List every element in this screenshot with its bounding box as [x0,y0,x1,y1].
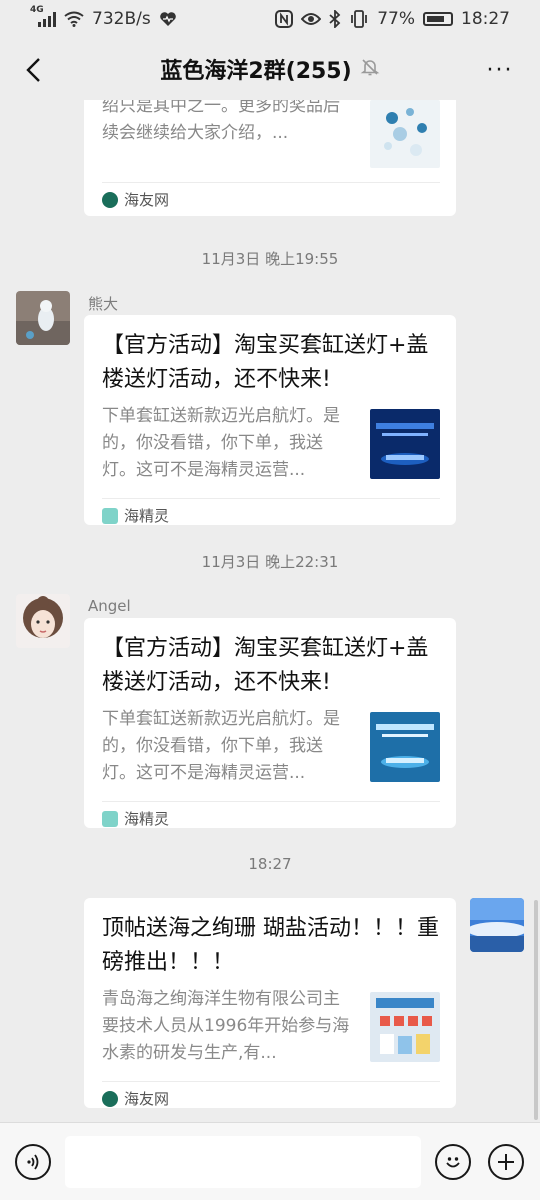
message-list[interactable]: 本次开缸大赛奖品众多，此贴介绍只是其中之一。更多的奖品后续会继续给大家介绍，..… [0,100,540,1122]
haiyouwang-logo-icon [102,1090,118,1107]
link-card[interactable]: 顶帖送海之绚珊 瑚盐活动！！！重磅推出！！！ 青岛海之绚海洋生物有限公司主要技术… [84,898,456,1108]
link-card-thumbnail [370,100,440,168]
nfc-icon [275,10,294,28]
chat-header: 蓝色海洋2群(255) ··· [0,38,540,100]
emoji-button[interactable] [435,1143,471,1180]
link-card-source-label: 海精灵 [124,810,170,828]
message-input[interactable] [65,1135,421,1188]
link-card-source-label: 海友网 [124,1090,170,1108]
link-card-description: 青岛海之绚海洋生物有限公司主要技术人员从1996年开始参与海水素的研发与生产,有… [102,989,350,1063]
link-card-description: 下单套缸送新款迈光启航灯。是的，你没看错，你下单，我送灯。这可不是海精灵运营..… [102,709,340,783]
back-button[interactable] [14,50,54,90]
scrollbar[interactable] [534,900,538,1120]
wifi-icon [64,11,84,27]
link-card[interactable]: 【官方活动】淘宝买套缸送灯+盖楼送灯活动，还不快来! 下单套缸送新款迈光启航灯。… [84,618,456,828]
input-bar [0,1122,540,1200]
link-card[interactable]: 【官方活动】淘宝买套缸送灯+盖楼送灯活动，还不快来! 下单套缸送新款迈光启航灯。… [84,315,456,525]
link-card-description: 本次开缸大赛奖品众多，此贴介绍只是其中之一。更多的奖品后续会继续给大家介绍，..… [102,100,340,143]
message-timestamp: 11月3日 晚上22:31 [201,553,339,571]
haijingling-logo-icon [102,507,118,524]
health-heart-icon [159,12,176,26]
avatar[interactable] [16,594,70,648]
message-timestamp: 11月3日 晚上19:55 [201,250,339,268]
status-bar: 4G 732B/s 77% 18:27 [0,0,540,38]
link-card-thumbnail [370,712,440,782]
battery-percent: 77% [377,9,415,29]
more-functions-button[interactable] [488,1143,524,1180]
voice-icon [27,1153,39,1170]
link-card-thumbnail [370,992,440,1062]
mute-bell-icon [360,57,380,81]
plus-icon [498,1153,514,1170]
haiyouwang-logo-icon [102,191,118,208]
battery-icon [423,12,453,26]
bluetooth-icon [329,10,341,28]
haijingling-logo-icon [102,810,118,827]
link-card-title: 【官方活动】淘宝买套缸送灯+盖楼送灯活动，还不快来! [102,636,429,695]
sender-name: 熊大 [88,295,119,313]
link-card-source: 海精灵 [102,498,440,532]
avatar[interactable] [16,291,70,345]
eye-icon [301,13,322,25]
link-card-source: 海友网 [102,182,440,216]
link-card-source: 海精灵 [102,801,440,835]
voice-button[interactable] [15,1143,51,1180]
link-card-source-label: 海精灵 [124,507,170,525]
link-card-thumbnail [370,409,440,479]
network-speed: 732B/s [92,9,151,29]
link-card[interactable]: 本次开缸大赛奖品众多，此贴介绍只是其中之一。更多的奖品后续会继续给大家介绍，..… [84,100,456,216]
cellular-signal-icon: 4G [30,5,56,27]
link-card-source-label: 海友网 [124,191,170,209]
message-timestamp: 18:27 [248,855,292,873]
link-card-title: 【官方活动】淘宝买套缸送灯+盖楼送灯活动，还不快来! [102,333,429,392]
emoji-icon [446,1156,460,1167]
chat-title: 蓝色海洋2群(255) [160,59,352,84]
link-card-description: 下单套缸送新款迈光启航灯。是的，你没看错，你下单，我送灯。这可不是海精灵运营..… [102,406,340,480]
link-card-title: 顶帖送海之绚珊 瑚盐活动！！！重磅推出！！！ [102,916,439,975]
sender-name: Angel [88,597,131,615]
clock: 18:27 [461,9,510,29]
chevron-left-icon [26,58,40,82]
link-card-source: 海友网 [102,1081,440,1115]
vibrate-icon [351,10,368,28]
avatar[interactable] [470,898,524,952]
more-options-button[interactable]: ··· [480,50,520,90]
